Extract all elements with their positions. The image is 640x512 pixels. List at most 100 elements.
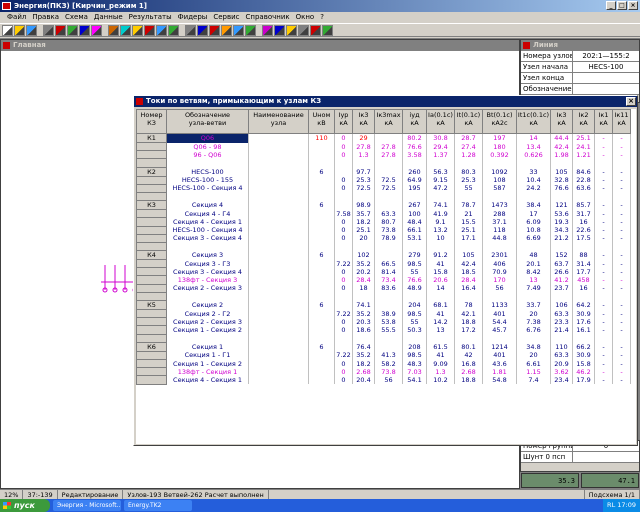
language-indicator[interactable]: RL xyxy=(607,501,615,509)
column-header[interactable]: iуд кА xyxy=(402,109,427,134)
column-header[interactable]: Iк11 кА xyxy=(612,109,631,134)
toolbar-tool-22-icon[interactable] xyxy=(286,24,297,36)
property-row[interactable]: Узел начала HECS-100 xyxy=(521,62,639,73)
menu-item-7[interactable]: Справочник xyxy=(243,12,293,23)
properties-window-title[interactable]: Линия xyxy=(521,40,639,51)
table-row[interactable]: Секция 3 - Секция 4 0 20.2 81.4 55 15.8 18.5 70… xyxy=(136,267,631,277)
property-value[interactable]: HECS-100 xyxy=(573,62,639,72)
property-value[interactable] xyxy=(573,452,639,462)
property-row[interactable]: Узел конца xyxy=(521,73,639,84)
toolbar-tool-0-icon[interactable] xyxy=(2,24,13,36)
table-row[interactable]: К4 Секция 3 6 102 279 91.2 105 2301 48 152 88- - xyxy=(136,250,631,261)
main-window-title[interactable]: Главная xyxy=(1,40,519,51)
table-row[interactable]: Секция 1 - Секция 2 0 18.6 55.5 50.3 13 17.2 45… xyxy=(136,325,631,335)
table-row[interactable] xyxy=(136,158,631,168)
table-row[interactable]: Секция 2 - Секция 3 0 20.3 53.8 55 14.2 18.8 54… xyxy=(136,317,631,327)
table-row[interactable]: HECS-100 - Секция 4 0 72.5 72.5 195 47.2 55 587… xyxy=(136,183,631,193)
column-header[interactable]: Iк3 кА xyxy=(352,109,375,134)
menu-item-8[interactable]: Окно xyxy=(293,12,318,23)
menu-item-6[interactable]: Сервис xyxy=(210,12,242,23)
toolbar-tool-2-icon[interactable] xyxy=(26,24,37,36)
table-row[interactable]: К3 Секция 4 6 98.9 267 74.1 78.7 1473 38.4 121 85.… xyxy=(136,200,631,211)
menu-item-1[interactable]: Правка xyxy=(29,12,62,23)
menu-item-9[interactable]: ? xyxy=(317,12,327,23)
close-icon[interactable]: × xyxy=(626,97,636,106)
column-header[interactable]: Iк2 кА xyxy=(572,109,595,134)
toolbar-tool-1-icon[interactable] xyxy=(14,24,25,36)
table-row[interactable]: Q06 - 98 0 27.8 27.8 76.6 29.4 27.4 180 13.4 42.4… xyxy=(136,141,631,152)
column-header[interactable]: Iк1 кА xyxy=(594,109,613,134)
table-row[interactable]: Секция 4 - Секция 1 0 18.2 80.7 48.4 9.1 15.5 3… xyxy=(136,217,631,227)
column-header[interactable]: Uном кВ xyxy=(308,109,335,134)
fault-currents-window[interactable]: Токи по ветвям, примыкающим к узлам КЗ ×… xyxy=(133,95,638,446)
column-header[interactable]: Iк3max кА xyxy=(374,109,403,134)
menu-item-2[interactable]: Схема xyxy=(62,12,91,23)
menu-item-3[interactable]: Данные xyxy=(91,12,126,23)
toolbar-tool-13-icon[interactable] xyxy=(168,24,179,36)
property-value[interactable]: 202:1—155:2 xyxy=(573,51,639,61)
taskbar-item-energy[interactable]: Energy.TK2 xyxy=(124,500,192,511)
fault-currents-window-title[interactable]: Токи по ветвям, примыкающим к узлам КЗ × xyxy=(134,96,637,107)
property-value[interactable] xyxy=(573,84,639,94)
property-row[interactable]: Обозначение xyxy=(521,84,639,95)
column-header[interactable]: Наименование узла xyxy=(248,109,309,134)
menu-item-5[interactable]: Фидеры xyxy=(175,12,211,23)
taskbar-item-word[interactable]: Энергия - Microsoft... xyxy=(53,500,121,511)
table-row[interactable]: К1 Q06 110 0 29 80.2 30.8 28.7 197 14 44.4 25.1- - xyxy=(136,133,631,143)
toolbar-tool-7-icon[interactable] xyxy=(91,24,102,36)
table-row[interactable]: Секция 4 - Секция 1 0 20.4 56 54.1 10.2 18.8 54… xyxy=(136,375,631,385)
maximize-button[interactable]: □ xyxy=(617,1,627,10)
table-row[interactable]: Секция 1 - Г1 7.22 35.2 41.3 98.5 41 42 401 20 63… xyxy=(136,350,631,360)
table-row[interactable]: 138фт - Секция 1 0 2.68 73.8 7.03 1.3 2.68 1.81… xyxy=(136,367,631,377)
minimize-button[interactable]: _ xyxy=(606,1,616,10)
toolbar-tool-18-icon[interactable] xyxy=(233,24,244,36)
toolbar-tool-3-icon[interactable] xyxy=(43,24,54,36)
column-header[interactable]: Номер КЗ xyxy=(136,109,167,134)
table-row[interactable] xyxy=(136,191,631,202)
table-row[interactable]: К6 Секция 1 6 76.4 208 61.5 80.1 1214 34.8 110 66.… xyxy=(136,341,631,352)
toolbar-tool-16-icon[interactable] xyxy=(209,24,220,36)
column-header[interactable]: Обозначение узла-ветви xyxy=(166,109,249,134)
table-row[interactable] xyxy=(136,291,631,302)
toolbar-tool-6-icon[interactable] xyxy=(79,24,90,36)
property-value[interactable] xyxy=(573,73,639,83)
toolbar-tool-10-icon[interactable] xyxy=(132,24,143,36)
toolbar-tool-15-icon[interactable] xyxy=(197,24,208,36)
toolbar-tool-25-icon[interactable] xyxy=(322,24,333,36)
table-row[interactable]: Секция 3 - Г3 7.22 35.2 66.5 98.5 41 42.4 406 20… xyxy=(136,259,631,269)
toolbar-tool-17-icon[interactable] xyxy=(221,24,232,36)
table-row[interactable]: К2 HECS-100 6 97.7 260 56.3 80.3 1092 33 105 84.6-… xyxy=(136,166,631,177)
column-header[interactable]: It1c(0.1c) кА xyxy=(516,109,551,134)
table-row[interactable]: Секция 4 - Г4 7.58 35.7 63.3 100 41.9 21 288 17 5… xyxy=(136,209,631,219)
toolbar-tool-14-icon[interactable] xyxy=(185,24,196,36)
toolbar-tool-11-icon[interactable] xyxy=(144,24,155,36)
property-row[interactable]: Номера узлов 202:1—155:2 xyxy=(521,51,639,62)
table-row[interactable]: К5 Секция 2 6 74.1 204 68.1 78 1133 33.7 106 64.2-… xyxy=(136,300,631,310)
toolbar-tool-4-icon[interactable] xyxy=(55,24,66,36)
column-header[interactable]: It(0.1c) кА xyxy=(454,109,483,134)
table-row[interactable]: 138фт - Секция 3 0 28.4 73.4 76.6 20.6 28.4 170… xyxy=(136,275,631,285)
table-row[interactable]: HECS-100 - 155 0 25.3 72.5 64.9 9.15 25.3 108 10… xyxy=(136,175,631,185)
table-row[interactable]: 96 - Q06 0 1.3 27.8 3.58 1.37 1.28 0.392 0.626 1.… xyxy=(136,150,631,160)
column-header[interactable]: Iк3 кА xyxy=(550,109,573,134)
table-row[interactable]: HECS-100 - Секция 4 0 25.1 73.8 66.1 13.2 25.1… xyxy=(136,225,631,235)
table-row[interactable] xyxy=(136,241,631,252)
fault-currents-grid[interactable]: Номер КЗ Обозначение узла-ветви Наименование… xyxy=(136,109,636,444)
menu-item-4[interactable]: Результаты xyxy=(126,12,175,23)
toolbar-tool-8-icon[interactable] xyxy=(108,24,119,36)
toolbar-tool-23-icon[interactable] xyxy=(298,24,309,36)
toolbar-tool-24-icon[interactable] xyxy=(310,24,321,36)
table-row[interactable]: Секция 1 - Секция 2 0 18.2 58.2 48.3 9.09 16.8… xyxy=(136,358,631,369)
toolbar-tool-21-icon[interactable] xyxy=(274,24,285,36)
table-row[interactable]: Секция 2 - Г2 7.22 35.2 38.9 98.5 41 42.1 401 20… xyxy=(136,308,631,319)
toolbar-tool-5-icon[interactable] xyxy=(67,24,78,36)
table-row[interactable] xyxy=(136,333,631,343)
start-button[interactable]: пуск xyxy=(0,499,50,512)
column-header[interactable]: Bt(0.1c) кА2c xyxy=(482,109,517,134)
menu-item-0[interactable]: Файл xyxy=(4,12,29,23)
toolbar-tool-12-icon[interactable] xyxy=(156,24,167,36)
table-row[interactable]: Секция 2 - Секция 3 0 18 83.6 48.9 14 16.4 56 7.… xyxy=(136,283,631,293)
toolbar-tool-19-icon[interactable] xyxy=(245,24,256,36)
column-header[interactable]: Iур кА xyxy=(334,109,353,134)
properties-window[interactable]: Линия Номера узлов 202:1—155:2 Узел начала… xyxy=(520,39,640,103)
